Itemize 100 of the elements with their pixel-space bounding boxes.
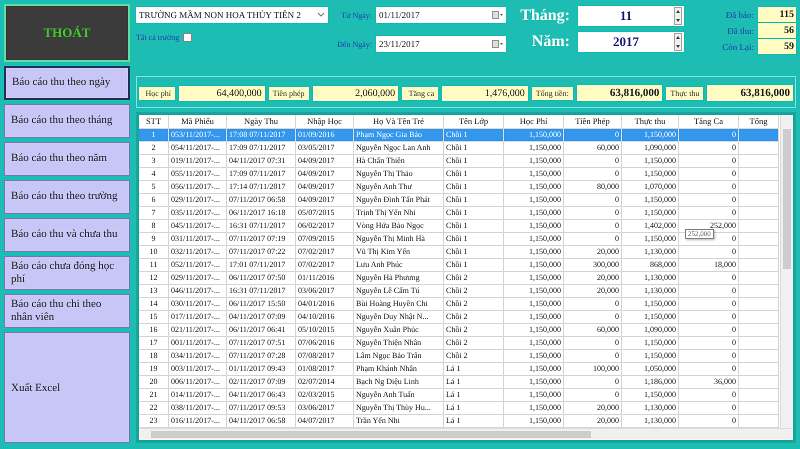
all-schools-checkbox[interactable] [183,33,192,42]
spin-arrows-icon[interactable] [674,7,682,25]
table-cell: 20 [139,376,169,389]
table-row[interactable]: 18 034/11/2017-... 07/11/2017 07:28 07/08/2017 Lâm Ngọc Bảo Trân Chồi 2 1,150,000 0 1,150,000 0 [139,350,780,363]
total-value: 63,816,000 [576,85,662,101]
report-menu-button[interactable]: Báo cáo thu và chưa thu [4,218,130,252]
table-cell: 052/11/2017-... [169,259,227,272]
column-header[interactable]: Học Phí [504,115,564,129]
year-spinbox[interactable]: 2017 [578,32,684,52]
table-cell: 04/11/2017 06:43 [227,389,296,402]
table-cell: Chồi 1 [444,129,504,142]
table-cell: 1,150,000 [504,168,564,181]
table-row[interactable]: 10 032/11/2017-... 07/11/2017 07:22 07/02/2017 Vũ Thị Kim Yến Chồi 1 1,150,000 20,000 1,130,000 0 [139,246,780,259]
table-cell: 20,000 [564,285,622,298]
column-header[interactable]: Nhập Học [296,115,354,129]
table-row[interactable]: 22 038/11/2017-... 07/11/2017 09:53 03/06/2017 Nguyễn Thị Thùy Hu... Lá 1 1,150,000 20,000 1,130,000 0 [139,402,780,415]
table-row[interactable]: 17 001/11/2017-... 07/11/2017 07:51 07/06/2016 Nguyễn Thiện Nhân Chồi 2 1,150,000 0 1,150,000 0 [139,337,780,350]
horizontal-scrollbar[interactable] [139,428,793,440]
report-menu-button[interactable]: Báo cáo thu theo trường [4,180,130,214]
report-menu-button[interactable]: Báo cáo thu theo tháng [4,104,130,138]
table-cell: 003/11/2017-... [169,363,227,376]
table-cell: 01/11/2017 09:43 [227,363,296,376]
column-header[interactable]: Họ Và Tên Trẻ [354,115,444,129]
table-cell: 05/10/2015 [296,324,354,337]
table-row[interactable]: 14 030/11/2017-... 06/11/2017 15:50 04/01/2016 Bùi Hoàng Huyền Chi Chồi 2 1,150,000 0 1,150,000 0 [139,298,780,311]
table-cell: 1,150,000 [622,298,679,311]
table-cell: Chồi 2 [444,298,504,311]
report-menu-button[interactable]: Báo cáo thu theo năm [4,142,130,176]
report-menu-button[interactable]: Báo cáo thu theo ngày [4,66,130,100]
table-cell: Nguyễn Thị Thảo [354,168,444,181]
table-cell: 0 [679,402,739,415]
table-cell: 07/08/2017 [296,350,354,363]
table-row[interactable]: 3 019/11/2017-... 04/11/2017 07:31 04/09/2017 Hà Chấn Thiên Chồi 1 1,150,000 0 1,150,000 0 [139,155,780,168]
table-cell: 04/01/2016 [296,298,354,311]
column-header[interactable]: Tăng Ca [679,115,739,129]
table-row[interactable]: 20 006/11/2017-... 02/11/2017 07:09 02/07/2014 Bạch Ng Diệu Linh Lá 1 1,150,000 0 1,186,000 36,000 [139,376,780,389]
school-dropdown[interactable]: TRƯỜNG MẦM NON HOA THỦY TIÊN 2 [136,7,328,23]
table-cell: 1,150,000 [504,233,564,246]
table-cell: 0 [679,311,739,324]
table-row[interactable]: 21 014/11/2017-... 04/11/2017 06:43 02/03/2015 Nguyễn Anh Tuấn Lá 1 1,150,000 0 1,150,000 0 [139,389,780,402]
table-cell: 056/11/2017-... [169,181,227,194]
column-header[interactable]: Tiền Phép [564,115,622,129]
table-cell: 03/06/2017 [296,402,354,415]
table-row[interactable]: 11 052/11/2017-... 17:01 07/11/2017 07/02/2017 Lưu Anh Phúc Chồi 1 1,150,000 300,000 868,000 18,000 [139,259,780,272]
exit-button[interactable]: THOÁT [4,4,130,62]
table-cell: Trịnh Thị Yến Nhi [354,207,444,220]
table-cell: 1,090,000 [622,142,679,155]
table-cell: Chồi 2 [444,350,504,363]
table-cell: 12 [139,272,169,285]
calendar-icon[interactable] [492,40,503,48]
table-cell: 0 [564,337,622,350]
table-row[interactable]: 16 021/11/2017-... 06/11/2017 06:41 05/10/2015 Nguyễn Xuân Phúc Chồi 2 1,150,000 60,000 1,090,000 0 [139,324,780,337]
spin-arrows-icon[interactable] [674,33,682,51]
total-label: Học phí [139,86,175,100]
table-row[interactable]: 2 054/11/2017-... 17:09 07/11/2017 03/05/2017 Nguyễn Ngọc Lan Anh Chồi 1 1,150,000 60,000 1,090,000 0 [139,142,780,155]
table-cell: 01/08/2017 [296,363,354,376]
stat-value: 56 [758,23,796,38]
table-cell: 15 [139,311,169,324]
all-schools-label: Tất cả trường [136,33,180,42]
table-cell: 1,150,000 [622,389,679,402]
table-cell: Nguyễn Đình Tấn Phát [354,194,444,207]
table-cell: 1,150,000 [504,207,564,220]
table-row[interactable]: 7 035/11/2017-... 06/11/2017 16:18 05/07/2015 Trịnh Thị Yến Nhi Chồi 1 1,150,000 0 1,150,000 0 [139,207,780,220]
column-header[interactable]: STT [139,115,169,129]
table-row[interactable]: 15 017/11/2017-... 04/11/2017 07:09 04/10/2016 Nguyễn Duy Nhật N... Chồi 2 1,150,000 0 1,150,000 0 [139,311,780,324]
column-header[interactable]: Tổng [739,115,779,129]
table-cell: 029/11/2017-... [169,194,227,207]
export-excel-button[interactable]: Xuất Excel [4,332,130,443]
table-cell: 1,186,000 [622,376,679,389]
total-label: Tiền phép [268,86,309,100]
column-header[interactable]: Tên Lớp [444,115,504,129]
table-cell: 1,150,000 [504,337,564,350]
table-cell: 07/02/2017 [296,246,354,259]
to-date-label: Đến Ngày: [336,40,372,48]
table-cell: 1,402,000 [622,220,679,233]
from-date-field[interactable]: 01/11/2017 [376,7,506,23]
table-row[interactable]: 13 046/11/2017-... 16:31 07/11/2017 03/06/2017 Nguyễn Lê Cẩm Tú Chồi 2 1,150,000 20,000 1,130,000 0 [139,285,780,298]
column-header[interactable]: Thực thu [622,115,679,129]
table-cell: Nguyễn Thị Thùy Hu... [354,402,444,415]
vertical-scrollbar[interactable] [780,115,793,428]
table-cell: Lá 1 [444,402,504,415]
table-cell: Chồi 1 [444,181,504,194]
table-row[interactable]: 19 003/11/2017-... 01/11/2017 09:43 01/08/2017 Phạm Khánh Nhân Lá 1 1,150,000 100,000 1,050,000 0 [139,363,780,376]
report-menu-button[interactable]: Báo cáo chưa đóng học phí [4,256,130,290]
table-cell: 1,150,000 [622,311,679,324]
table-row[interactable]: 12 029/11/2017-... 06/11/2017 07:50 01/11/2016 Nguyễn Hà Phương Chồi 2 1,150,000 20,000 1,130,000 0 [139,272,780,285]
to-date-field[interactable]: 23/11/2017 [376,36,506,52]
report-menu-button[interactable]: Báo cáo thu chi theo nhân viên [4,294,130,328]
month-spinbox[interactable]: 11 [578,6,684,26]
table-cell: 1,150,000 [504,220,564,233]
column-header[interactable]: Mã Phiếu [169,115,227,129]
table-row[interactable]: 6 029/11/2017-... 07/11/2017 06:58 04/09/2017 Nguyễn Đình Tấn Phát Chồi 1 1,150,000 0 1,150,000 0 [139,194,780,207]
table-row[interactable]: 4 055/11/2017-... 17:09 07/11/2017 04/09/2017 Nguyễn Thị Thảo Chồi 1 1,150,000 0 1,150,000 0 [139,168,780,181]
table-cell: Phạm Ngọc Gia Bảo [354,129,444,142]
table-row[interactable]: 5 056/11/2017-... 17:14 07/11/2017 04/09/2017 Nguyễn Anh Thư Chồi 1 1,150,000 80,000 1,070,000 0 [139,181,780,194]
calendar-icon[interactable] [492,11,503,19]
table-cell: 13 [139,285,169,298]
table-cell: 06/02/2017 [296,220,354,233]
column-header[interactable]: Ngày Thu [227,115,296,129]
table-cell: 0 [564,168,622,181]
